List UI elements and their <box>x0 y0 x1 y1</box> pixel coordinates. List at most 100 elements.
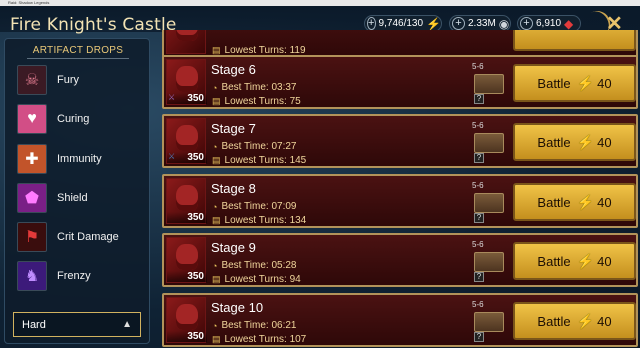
boss-face <box>176 125 198 151</box>
clock-icon: ◔ <box>212 320 218 331</box>
turns-value: 94 <box>289 274 301 285</box>
best-time-label: Best Time: <box>221 201 269 212</box>
drop-item-crit-damage[interactable]: ⚑ Crit Damage <box>17 220 119 254</box>
reward-chest[interactable]: 5-6 ? <box>472 300 506 342</box>
silver-value: 2.33M <box>468 18 496 29</box>
reward-chest[interactable]: 5-6 ? <box>472 121 506 163</box>
energy-cost: 40 <box>597 134 612 150</box>
clock-icon: ◔ <box>212 82 218 93</box>
window-title: Raid: Shadow Legends <box>8 0 50 5</box>
header: Fire Knight's Castle + 9,746/130 ⚡ + 2.3… <box>0 6 640 40</box>
boss-portrait: 350 <box>166 297 207 343</box>
stage-name: Stage 7 <box>211 121 256 136</box>
turns-icon: ▤ <box>212 215 221 225</box>
battle-button[interactable]: Battle ⚡ 40 <box>513 302 636 340</box>
energy-icon: ⚡ <box>576 74 595 91</box>
stage-row-10: 350 Stage 10 ◔ Best Time: 06:21 ▤ Lowest… <box>162 293 638 347</box>
best-time-value: 03:37 <box>271 82 297 93</box>
reward-chest[interactable]: 5-6 ? <box>472 62 506 104</box>
add-silver-button[interactable]: + <box>452 17 465 30</box>
boss-face <box>176 304 198 330</box>
best-time-label: Best Time: <box>221 82 269 93</box>
chest-icon <box>474 133 504 153</box>
stage-list[interactable]: ▤ Lowest Turns: 119 ⚔ 350 Stage 6 ◔ Best… <box>162 30 640 348</box>
difficulty-value: Hard <box>22 318 46 331</box>
artifact-drops-panel: ARTIFACT DROPS ☠ Fury ♥ Curing ✚ Immunit… <box>4 38 150 344</box>
reward-chest[interactable]: 5-6 ? <box>472 240 506 282</box>
drop-count: 5-6 <box>472 62 484 71</box>
best-time-line: ◔ Best Time: 07:09 <box>212 201 297 212</box>
best-time-line: ◔ Best Time: 03:37 <box>212 82 297 93</box>
turns-icon: ▤ <box>212 334 221 344</box>
chevron-up-icon: ▲ <box>122 319 132 330</box>
energy-value: 9,746/130 <box>378 18 424 29</box>
best-time-value: 07:09 <box>271 201 297 212</box>
turns-icon: ▤ <box>212 96 221 106</box>
drop-item-shield[interactable]: ⬟ Shield <box>17 181 88 215</box>
turns-label: Lowest Turns: <box>224 215 287 226</box>
boss-portrait: ⚔ 350 <box>166 59 207 105</box>
stage-row-6: ⚔ 350 Stage 6 ◔ Best Time: 03:37 ▤ Lowes… <box>162 55 638 109</box>
best-time-line: ◔ Best Time: 05:28 <box>212 260 297 271</box>
best-time-line: ◔ Best Time: 07:27 <box>212 141 297 152</box>
turns-value: 75 <box>289 96 301 107</box>
energy-cost: 40 <box>597 75 612 91</box>
battle-label: Battle <box>537 75 571 91</box>
turns-label: Lowest Turns: <box>224 155 287 166</box>
difficulty-select[interactable]: Hard ▲ <box>13 312 141 337</box>
energy-icon: ⚡ <box>576 312 595 329</box>
stage-row-7: ⚔ 350 Stage 7 ◔ Best Time: 07:27 ▤ Lowes… <box>162 114 638 168</box>
boss-level: 350 <box>167 271 207 282</box>
drop-item-frenzy[interactable]: ♞ Frenzy <box>17 259 91 293</box>
drop-label: Shield <box>57 192 88 204</box>
stage-name: Stage 8 <box>211 181 256 196</box>
drop-item-immunity[interactable]: ✚ Immunity <box>17 142 102 176</box>
battle-button[interactable] <box>513 30 636 51</box>
drop-item-fury[interactable]: ☠ Fury <box>17 63 79 97</box>
boss-portrait <box>166 30 206 54</box>
question-icon: ? <box>474 213 484 223</box>
boss-face <box>176 185 198 211</box>
boss-level: 350 <box>167 212 207 223</box>
chest-icon <box>474 193 504 213</box>
add-gem-button[interactable]: + <box>520 17 533 30</box>
boss-level: 350 <box>167 152 207 163</box>
drop-count: 5-6 <box>472 181 484 190</box>
battle-button[interactable]: Battle ⚡ 40 <box>513 242 636 280</box>
turns-value: 134 <box>289 215 307 226</box>
turns-label: Lowest Turns: <box>224 274 287 285</box>
energy-icon: ⚡ <box>576 193 595 210</box>
chest-icon <box>474 312 504 332</box>
drop-label: Fury <box>57 74 79 86</box>
battle-button[interactable]: Battle ⚡ 40 <box>513 64 636 102</box>
question-icon: ? <box>474 272 484 282</box>
clock-icon: ◔ <box>212 260 218 271</box>
turns-icon: ▤ <box>212 155 221 165</box>
battle-button[interactable]: Battle ⚡ 40 <box>513 123 636 161</box>
best-time-label: Best Time: <box>221 141 269 152</box>
battle-button[interactable]: Battle ⚡ 40 <box>513 183 636 221</box>
stage-row-8: 350 Stage 8 ◔ Best Time: 07:09 ▤ Lowest … <box>162 174 638 228</box>
lowest-turns-line: ▤ Lowest Turns: 107 <box>212 334 306 345</box>
energy-cost: 40 <box>597 313 612 329</box>
shield-set-icon: ⬟ <box>17 183 47 213</box>
drop-count: 5-6 <box>472 121 484 130</box>
immunity-set-icon: ✚ <box>17 144 47 174</box>
add-energy-button[interactable]: + <box>367 17 376 30</box>
gem-value: 6,910 <box>536 18 562 29</box>
drop-item-curing[interactable]: ♥ Curing <box>17 102 89 136</box>
silver-icon: ◉ <box>498 16 510 31</box>
frenzy-set-icon: ♞ <box>17 261 47 291</box>
boss-face <box>176 244 198 270</box>
turns-label: Lowest Turns: <box>224 96 287 107</box>
fury-set-icon: ☠ <box>17 65 47 95</box>
title-divider <box>27 58 129 59</box>
boss-portrait: ⚔ 350 <box>166 118 207 164</box>
drop-label: Frenzy <box>57 270 91 282</box>
battle-label: Battle <box>537 194 571 210</box>
boss-level: 350 <box>167 93 207 104</box>
turns-icon: ▤ <box>212 274 221 284</box>
reward-chest[interactable]: 5-6 ? <box>472 181 506 223</box>
battle-label: Battle <box>537 313 571 329</box>
best-time-value: 07:27 <box>271 141 297 152</box>
